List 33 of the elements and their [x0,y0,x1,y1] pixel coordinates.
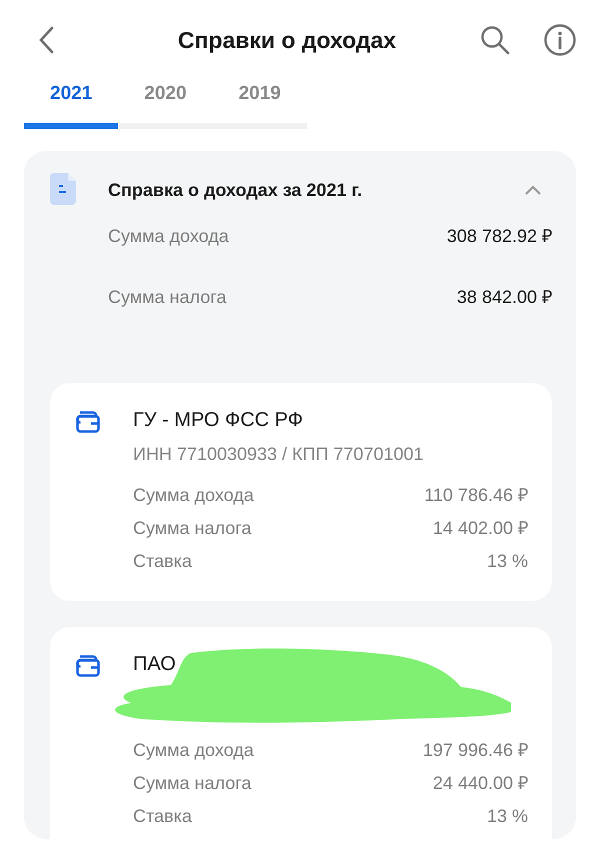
year-tab[interactable]: 2021 [24,80,118,128]
row-value: 13 % [486,550,528,572]
document-icon [50,172,76,204]
row-value: 308 782.92 ₽ [446,224,552,248]
employer-name: ГУ - МРО ФСС РФ [133,408,304,432]
wallet-icon [76,410,100,432]
row-value: 38 842.00 ₽ [456,286,552,308]
row-value: 24 440.00 ₽ [432,772,528,794]
back-icon[interactable] [38,26,54,54]
row-value: 13 % [486,804,528,828]
employer-details: ИНН 7710030933 / КПП 770701001 [133,442,425,466]
search-icon[interactable] [480,25,510,55]
page-title: Справки о доходах [176,26,398,55]
wallet-icon [76,654,100,676]
employer-card[interactable]: ПАО Сумма дохода 197 996.46 ₽ Сумма налога 24 440.00 ₽ Ставка 13 % [50,626,552,838]
year-tab[interactable]: 2020 [118,80,213,128]
collapse-chevron-icon[interactable] [524,184,542,196]
row-label: Сумма дохода [108,224,229,248]
employer-card[interactable]: ГУ - МРО ФСС РФ ИНН 7710030933 / КПП 770701001 Сумма дохода 110 786.46 ₽ Сумма налога 14 402.00 ₽ Ставка 13 % [50,382,552,600]
employer-name: ПАО [133,652,177,676]
summary-title: Справка о доходах за 2021 г. [108,178,364,202]
year-tab[interactable]: 2019 [212,80,307,128]
row-label: Сумма налога [133,772,252,795]
row-value: 197 996.46 ₽ [422,738,528,762]
info-icon[interactable] [544,24,576,56]
row-label: Сумма дохода [133,738,254,762]
row-value: 110 786.46 ₽ [424,484,528,506]
row-value: 14 402.00 ₽ [432,516,528,540]
row-label: Ставка [133,550,192,572]
row-label: Сумма дохода [133,484,254,507]
row-label: Сумма налога [108,286,226,309]
row-label: Сумма налога [133,516,252,540]
row-label: Ставка [133,804,192,828]
